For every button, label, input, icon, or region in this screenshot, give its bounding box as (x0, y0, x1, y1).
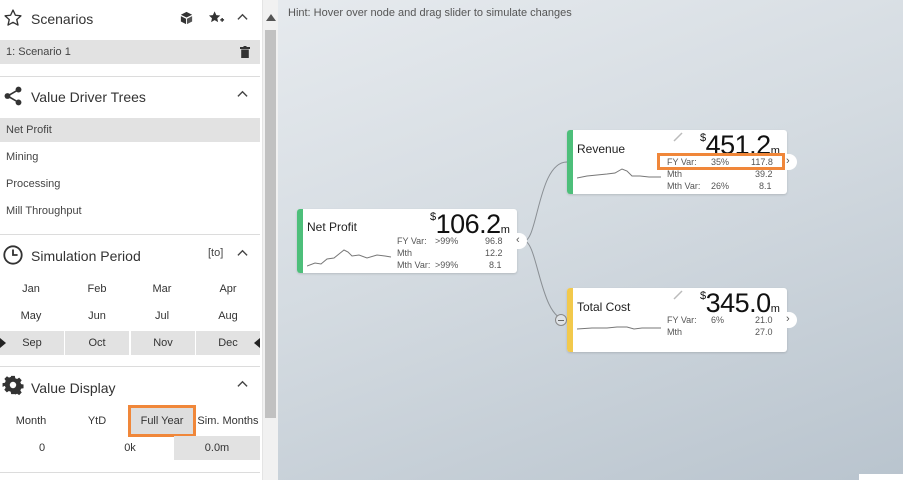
divider (0, 366, 260, 367)
value-display-month[interactable]: Month (0, 408, 62, 434)
simulation-period-title: Simulation Period (31, 248, 141, 264)
node-title: Net Profit (307, 220, 358, 234)
scenarios-header[interactable]: Scenarios (0, 0, 260, 38)
share-icon (4, 86, 22, 106)
scroll-up-arrow[interactable] (266, 14, 276, 21)
month-jun[interactable]: Jun (65, 304, 129, 328)
node-title: Revenue (577, 142, 626, 156)
month-jan[interactable]: Jan (0, 277, 63, 301)
canvas-corner (859, 474, 903, 480)
divider (0, 234, 260, 235)
scenarios-title: Scenarios (31, 11, 94, 27)
scenario-item-label: 1: Scenario 1 (6, 46, 71, 58)
month-may[interactable]: May (0, 304, 63, 328)
value-display-value-input[interactable]: 0.0m (174, 436, 260, 460)
tree-item-mining[interactable]: Mining (0, 145, 260, 169)
value-display-title: Value Display (31, 380, 116, 396)
node-title: Total Cost (577, 300, 631, 314)
node-sparkline (577, 326, 661, 330)
chevron-left-icon: ‹ (516, 234, 520, 246)
value-display-header[interactable]: Value Display (0, 368, 260, 406)
clock-icon (3, 245, 23, 265)
pencil-icon[interactable] (673, 290, 683, 300)
tree-item-label: Net Profit (6, 124, 52, 136)
node-status-bar (567, 130, 573, 194)
stat-value: 39.2 (755, 169, 773, 179)
month-nov[interactable]: Nov (131, 331, 195, 355)
stat-label: Mth Var: (397, 260, 431, 270)
stat-value: 12.2 (485, 248, 503, 258)
fy-var-highlight (657, 153, 785, 170)
chevron-up-icon[interactable] (237, 248, 248, 259)
star-outline-icon (4, 9, 22, 26)
node-sparkline (307, 249, 392, 267)
month-dec[interactable]: Dec (196, 331, 260, 355)
node-net-profit[interactable]: Net Profit $106.2m FY Var: >99% 96.8 Mth… (297, 209, 517, 273)
value-display-full-year[interactable]: Full Year (128, 405, 196, 437)
stat-pct: 26% (711, 181, 730, 191)
value-driver-trees-header[interactable]: Value Driver Trees (0, 77, 260, 115)
month-aug[interactable]: Aug (196, 304, 260, 328)
month-jul[interactable]: Jul (130, 304, 194, 328)
month-mar[interactable]: Mar (130, 277, 194, 301)
tree-item-label: Mill Throughput (6, 205, 82, 217)
stat-pct: >99% (435, 236, 459, 246)
tree-item-net-profit[interactable]: Net Profit (0, 118, 260, 142)
stat-value: 96.8 (485, 236, 503, 246)
star-add-icon[interactable] (208, 10, 225, 26)
stat-pct: 6% (711, 315, 725, 325)
range-start-handle[interactable] (0, 338, 6, 348)
month-sep[interactable]: Sep (0, 331, 64, 355)
tree-item-label: Mining (6, 151, 39, 163)
scroll-thumb[interactable] (265, 30, 276, 418)
stat-value: 8.1 (759, 181, 772, 191)
tree-item-label: Processing (6, 178, 61, 190)
chevron-up-icon[interactable] (237, 379, 248, 390)
node-total-cost[interactable]: Total Cost $345.0m FY Var: 6% 21.0 Mth 2… (567, 288, 787, 352)
stat-label: FY Var: (667, 315, 697, 325)
value-driver-trees-title: Value Driver Trees (31, 89, 146, 105)
stat-label: Mth (397, 248, 413, 258)
node-sparkline (577, 168, 661, 179)
trash-icon[interactable] (240, 46, 250, 58)
stat-value: 27.0 (755, 327, 773, 337)
tree-canvas[interactable]: Hint: Hover over node and drag slider to… (278, 0, 903, 480)
tree-item-mill-throughput[interactable]: Mill Throughput (0, 199, 260, 223)
stat-label: Mth (667, 169, 683, 179)
chevron-right-icon: › (786, 313, 790, 325)
simulation-period-tag[interactable]: [to] (208, 247, 223, 259)
cube-stack-icon[interactable] (179, 10, 194, 25)
month-oct[interactable]: Oct (65, 331, 129, 355)
node-status-bar (567, 288, 573, 352)
stat-label: FY Var: (397, 236, 427, 246)
value-display-sim-months[interactable]: Sim. Months (194, 408, 262, 434)
pencil-icon[interactable] (673, 132, 683, 142)
simulation-period-header[interactable]: Simulation Period [to] (0, 236, 260, 274)
month-feb[interactable]: Feb (65, 277, 129, 301)
stat-pct: >99% (435, 260, 459, 270)
sidebar-scrollbar[interactable] (262, 0, 278, 480)
sidebar: Scenarios 1: Scenario 1 Value Driver Tre… (0, 0, 262, 480)
value-display-ytd[interactable]: YtD (65, 408, 129, 434)
gear-icon (2, 375, 24, 396)
stat-label: Mth (667, 327, 683, 337)
node-status-bar (297, 209, 303, 273)
chevron-up-icon[interactable] (237, 12, 248, 23)
month-apr[interactable]: Apr (196, 277, 260, 301)
minus-circle-icon[interactable] (555, 314, 567, 326)
tree-item-processing[interactable]: Processing (0, 172, 260, 196)
stat-value: 21.0 (755, 315, 773, 325)
stat-label: Mth Var: (667, 181, 701, 191)
value-display-value-ytd: 0k (124, 442, 136, 454)
divider (0, 472, 260, 473)
scenario-item[interactable]: 1: Scenario 1 (0, 40, 260, 64)
stat-value: 8.1 (489, 260, 502, 270)
range-end-handle[interactable] (254, 338, 260, 348)
chevron-up-icon[interactable] (237, 89, 248, 100)
chevron-right-icon: › (786, 155, 790, 167)
value-display-value-month: 0 (38, 442, 46, 454)
